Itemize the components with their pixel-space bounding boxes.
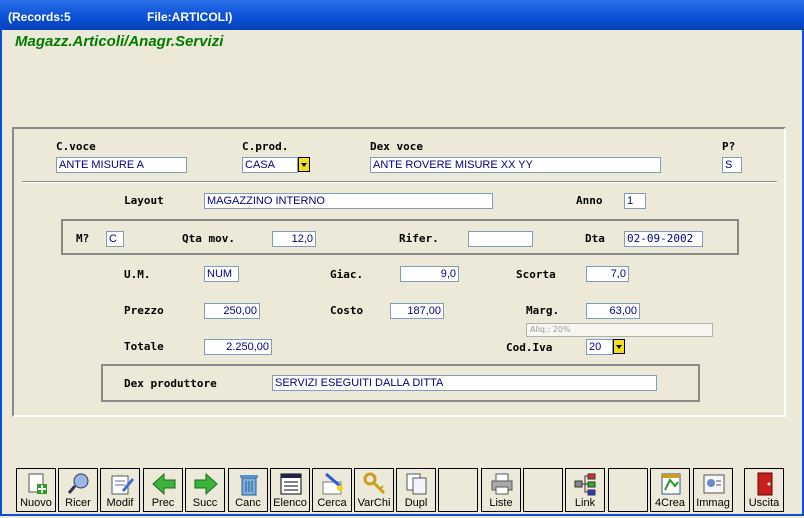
cod-iva-label: Cod.Iva [506, 341, 553, 354]
create-icon [658, 472, 684, 496]
anno-label: Anno [576, 194, 603, 207]
printer-icon [489, 472, 515, 496]
toolbar-button-elenco[interactable]: Elenco [270, 468, 310, 512]
toolbar-button-label: Immag [696, 497, 730, 509]
toolbar-button-liste[interactable]: Liste [481, 468, 521, 512]
exit-door-icon [752, 472, 778, 496]
p-label: P? [722, 140, 736, 153]
marg-field[interactable]: 63,00 [586, 303, 640, 319]
toolbar-button-empty[interactable] [438, 468, 478, 512]
toolbar-button-modif[interactable]: Modif [100, 468, 140, 512]
dex-produttore-field[interactable]: SERVIZI ESEGUITI DALLA DITTA [272, 375, 657, 391]
new-document-icon [24, 472, 50, 496]
arrow-right-icon [193, 472, 219, 496]
toolbar-button-empty[interactable] [523, 468, 563, 512]
toolbar-button-label: Liste [489, 497, 513, 509]
giac-label: Giac. [330, 268, 364, 281]
toolbar-button-4crea[interactable]: 4Crea [650, 468, 690, 512]
file-name: File:ARTICOLI) [147, 10, 233, 24]
toolbar-button-label: Uscita [748, 497, 780, 509]
toolbar-button-label: VarChi [357, 497, 391, 509]
image-icon [701, 472, 727, 496]
costo-label: Costo [330, 304, 364, 317]
search-icon [66, 472, 92, 496]
prezzo-field[interactable]: 250,00 [204, 303, 260, 319]
m-field[interactable]: C [106, 231, 124, 247]
cod-iva-dropdown-button[interactable] [613, 339, 625, 354]
toolbar-button-nuovo[interactable]: Nuovo [16, 468, 56, 512]
toolbar-button-label: Prec [151, 497, 175, 509]
prezzo-label: Prezzo [124, 304, 164, 317]
scorta-label: Scorta [516, 268, 556, 281]
toolbar-button-prec[interactable]: Prec [143, 468, 183, 512]
qta-mov-field[interactable]: 12,0 [272, 231, 316, 247]
um-field[interactable]: NUM [204, 266, 239, 282]
find-icon [320, 472, 346, 496]
toolbar-button-succ[interactable]: Succ [185, 468, 225, 512]
totale-field[interactable]: 2.250,00 [204, 339, 272, 355]
link-icon [573, 472, 599, 496]
toolbar-button-dupl[interactable]: Dupl [396, 468, 436, 512]
divider [22, 181, 777, 183]
toolbar-button-cerca[interactable]: Cerca [312, 468, 352, 512]
keys-icon [362, 472, 388, 496]
costo-field[interactable]: 187,00 [390, 303, 444, 319]
toolbar-button-label: Elenco [273, 497, 307, 509]
toolbar-button-label: Cerca [317, 497, 347, 509]
toolbar-button-label: Ricer [65, 497, 91, 509]
toolbar-button-label: Modif [106, 497, 134, 509]
c-prod-field[interactable]: CASA [242, 157, 298, 173]
toolbar-button-ricer[interactable]: Ricer [58, 468, 98, 512]
arrow-left-icon [151, 472, 177, 496]
dex-voce-field[interactable]: ANTE ROVERE MISURE XX YY [370, 157, 661, 173]
aliquota-hint: Aliq.: 20% [526, 323, 713, 337]
toolbar-button-immag[interactable]: Immag [693, 468, 733, 512]
c-prod-label: C.prod. [242, 140, 289, 153]
edit-icon [108, 472, 134, 496]
rifer-label: Rifer. [399, 232, 439, 245]
toolbar-button-label: Succ [192, 497, 218, 509]
window-titlebar: (Records:5 File:ARTICOLI) [0, 0, 804, 30]
p-field[interactable]: S [722, 157, 742, 173]
layout-field[interactable]: MAGAZZINO INTERNO [204, 193, 493, 209]
c-voce-field[interactable]: ANTE MISURE A [56, 157, 187, 173]
toolbar: Nuovo Ricer Modif Prec Succ Canc Elenco Cerca Va… [0, 462, 800, 514]
toolbar-button-varchi[interactable]: VarChi [354, 468, 394, 512]
layout-label: Layout [124, 194, 164, 207]
toolbar-button-label: 4Crea [655, 497, 685, 509]
m-label: M? [76, 232, 90, 245]
marg-label: Marg. [526, 304, 560, 317]
um-label: U.M. [124, 268, 151, 281]
scorta-field[interactable]: 7,0 [586, 266, 629, 282]
rifer-field[interactable] [468, 231, 533, 247]
qta-mov-label: Qta mov. [182, 232, 235, 245]
list-icon [278, 472, 304, 496]
c-prod-dropdown-button[interactable] [298, 157, 310, 172]
cod-iva-field[interactable]: 20 [586, 339, 613, 355]
toolbar-button-label: Canc [235, 497, 261, 509]
toolbar-button-label: Nuovo [20, 497, 52, 509]
giac-field[interactable]: 9,0 [400, 266, 459, 282]
toolbar-button-empty[interactable] [608, 468, 648, 512]
toolbar-button-link[interactable]: Link [565, 468, 605, 512]
toolbar-button-uscita[interactable]: Uscita [744, 468, 784, 512]
dex-voce-label: Dex voce [370, 140, 423, 153]
trash-icon [236, 472, 262, 496]
page-title: Magazz.Articoli/Anagr.Servizi [15, 33, 224, 50]
dta-field[interactable]: 02-09-2002 [624, 231, 703, 247]
totale-label: Totale [124, 340, 164, 353]
c-voce-label: C.voce [56, 140, 96, 153]
toolbar-button-label: Link [574, 497, 596, 509]
dta-label: Dta [585, 232, 605, 245]
records-count: (Records:5 [8, 10, 71, 24]
toolbar-button-label: Dupl [404, 497, 428, 509]
anno-field[interactable]: 1 [624, 193, 646, 209]
dex-produttore-label: Dex produttore [124, 377, 217, 390]
duplicate-icon [404, 472, 430, 496]
toolbar-button-canc[interactable]: Canc [228, 468, 268, 512]
